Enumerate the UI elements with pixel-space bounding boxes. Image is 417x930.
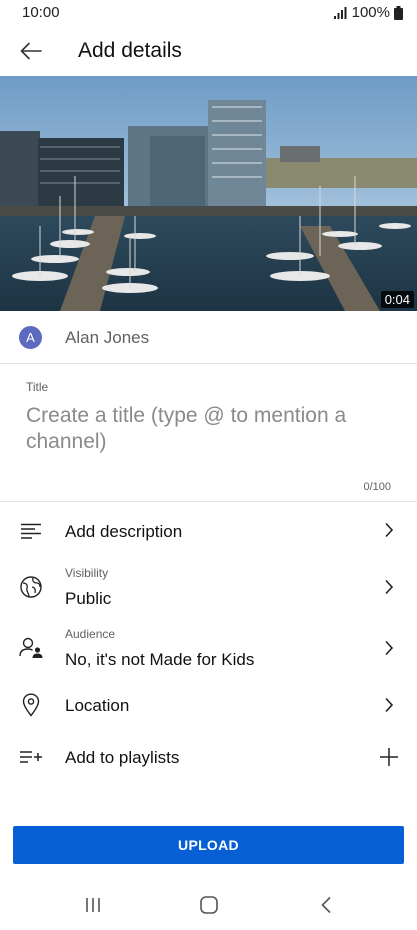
add-to-playlists-row[interactable]: Add to playlists (0, 732, 417, 782)
video-preview-image (0, 76, 417, 311)
status-indicators: 100% (333, 4, 403, 21)
location-pin-icon (18, 692, 44, 718)
title-field[interactable]: Title Create a title (type @ to mention … (0, 365, 417, 502)
back-button[interactable] (14, 34, 48, 68)
system-nav-bar (0, 880, 417, 930)
title-input[interactable]: Create a title (type @ to mention a chan… (26, 403, 386, 455)
location-label: Location (65, 696, 130, 715)
app-bar: Add details (0, 26, 417, 76)
video-duration: 0:04 (380, 291, 414, 308)
title-char-counter: 0/100 (363, 481, 391, 493)
recent-apps-button[interactable] (78, 892, 108, 918)
globe-icon (18, 574, 44, 600)
upload-button[interactable]: UPLOAD (13, 826, 404, 864)
chevron-right-icon (379, 577, 399, 597)
audience-sublabel: Audience (65, 627, 116, 641)
home-button[interactable] (194, 892, 224, 918)
visibility-sublabel: Visibility (65, 566, 109, 580)
battery-percent: 100% (351, 4, 390, 21)
chevron-right-icon (379, 695, 399, 715)
video-thumbnail[interactable]: 0:04 (0, 76, 417, 311)
audience-row[interactable]: Audience No, it's not Made for Kids (0, 619, 417, 679)
chevron-right-icon (379, 638, 399, 658)
audience-icon (18, 635, 44, 661)
chevron-right-icon (379, 520, 399, 540)
arrow-left-icon (20, 42, 42, 60)
visibility-value: Public (65, 589, 112, 608)
signal-icon (333, 6, 347, 19)
nav-back-button[interactable] (311, 892, 341, 918)
playlist-add-icon (18, 744, 44, 770)
recent-apps-icon (86, 898, 100, 912)
battery-icon (394, 5, 403, 20)
audience-value: No, it's not Made for Kids (65, 650, 255, 669)
account-name: Alan Jones (65, 328, 150, 347)
avatar: A (19, 326, 42, 349)
plus-icon[interactable] (377, 745, 401, 769)
home-icon (200, 896, 218, 914)
text-lines-icon (18, 518, 44, 544)
chevron-left-icon (321, 896, 331, 914)
add-description-row[interactable]: Add description (0, 504, 417, 558)
page-title: Add details (78, 39, 182, 62)
account-row: A Alan Jones (0, 311, 417, 364)
status-time: 10:00 (22, 4, 60, 21)
location-row[interactable]: Location (0, 680, 417, 730)
visibility-row[interactable]: Visibility Public (0, 558, 417, 618)
title-label: Title (26, 380, 49, 394)
add-to-playlists-label: Add to playlists (65, 748, 180, 767)
status-bar: 10:00 100% (0, 0, 417, 26)
add-description-label: Add description (65, 522, 183, 541)
